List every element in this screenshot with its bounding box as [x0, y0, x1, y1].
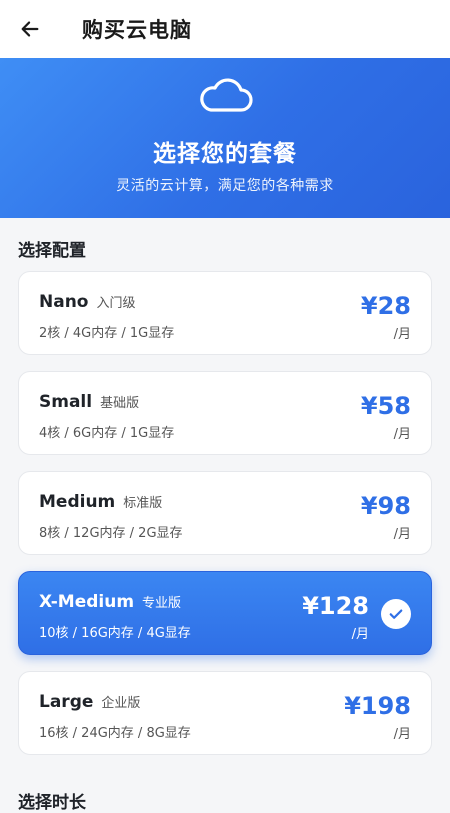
config-section-title: 选择配置 — [18, 241, 86, 261]
plan-card-x-medium[interactable]: X-Medium 专业版 10核 / 16G内存 / 4G显存 ¥128 /月 — [18, 571, 432, 655]
plan-price: ¥198 — [344, 692, 411, 720]
plan-card-small[interactable]: Small 基础版 4核 / 6G内存 / 1G显存 ¥58 /月 — [18, 371, 432, 455]
plan-name: Large — [39, 692, 94, 712]
plan-spec: 8核 / 12G内存 / 2G显存 — [39, 526, 183, 541]
duration-section-title: 选择时长 — [18, 793, 86, 813]
hero-subtitle: 灵活的云计算，满足您的各种需求 — [116, 178, 334, 194]
plan-price: ¥58 — [360, 392, 411, 420]
plan-tier: 专业版 — [142, 596, 182, 611]
page-title: 购买云电脑 — [82, 18, 192, 42]
checkmark-icon — [389, 609, 403, 619]
plan-name: Small — [39, 392, 93, 412]
plan-price-unit: /月 — [393, 527, 411, 542]
plan-tier: 入门级 — [96, 296, 136, 311]
plan-price: ¥128 — [302, 592, 369, 620]
hero-headline: 选择您的套餐 — [153, 141, 297, 167]
plan-spec: 2核 / 4G内存 / 1G显存 — [39, 326, 175, 341]
arrow-left-icon — [21, 21, 39, 37]
plan-list: Nano 入门级 2核 / 4G内存 / 1G显存 ¥28 /月 Small 基础版… — [18, 271, 432, 771]
plan-spec: 4核 / 6G内存 / 1G显存 — [39, 426, 175, 441]
plan-price-unit: /月 — [393, 727, 411, 742]
plan-price-unit: /月 — [393, 327, 411, 342]
plan-price-unit: /月 — [351, 627, 369, 642]
plan-spec: 16核 / 24G内存 / 8G显存 — [39, 726, 191, 741]
cloud-icon — [200, 78, 253, 112]
plan-tier: 基础版 — [100, 396, 140, 411]
plan-card-medium[interactable]: Medium 标准版 8核 / 12G内存 / 2G显存 ¥98 /月 — [18, 471, 432, 555]
plan-name: X-Medium — [39, 592, 135, 612]
hero-banner: 选择您的套餐 灵活的云计算，满足您的各种需求 — [0, 58, 450, 218]
plan-spec: 10核 / 16G内存 / 4G显存 — [39, 626, 191, 641]
plan-tier: 标准版 — [123, 496, 163, 511]
plan-price: ¥98 — [360, 492, 411, 520]
back-button[interactable] — [18, 17, 42, 41]
plan-tier: 企业版 — [101, 696, 141, 711]
plan-name: Nano — [39, 292, 89, 312]
selected-check-icon — [381, 599, 411, 629]
plan-name: Medium — [39, 492, 116, 512]
plan-card-large[interactable]: Large 企业版 16核 / 24G内存 / 8G显存 ¥198 /月 — [18, 671, 432, 755]
plan-card-nano[interactable]: Nano 入门级 2核 / 4G内存 / 1G显存 ¥28 /月 — [18, 271, 432, 355]
plan-price-unit: /月 — [393, 427, 411, 442]
plan-price: ¥28 — [360, 292, 411, 320]
app-bar: 购买云电脑 — [0, 0, 450, 58]
